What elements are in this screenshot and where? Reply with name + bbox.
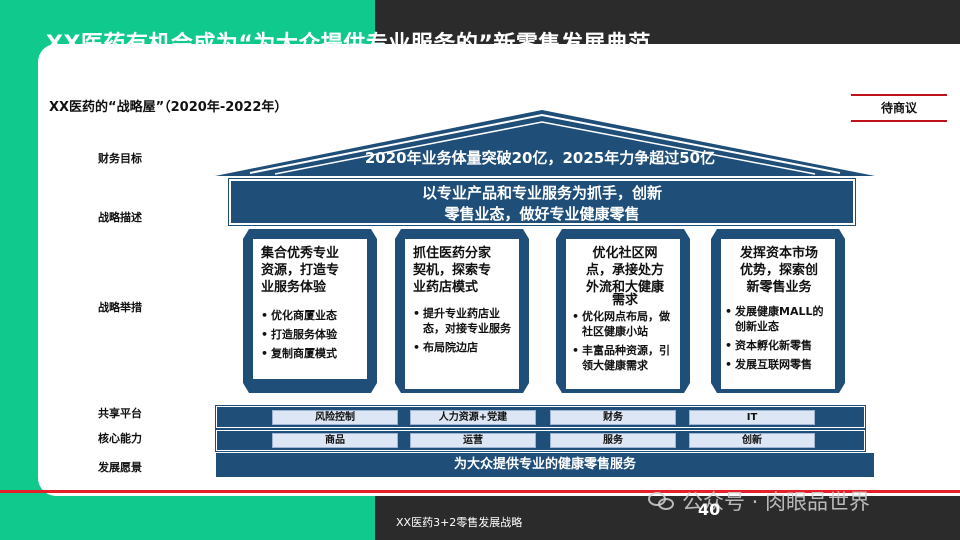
pillar-2-title: 抓住医药分家 契机，探索专 业药店模式 <box>413 245 515 296</box>
pillar-2: 抓住医药分家 契机，探索专 业药店模式 提升专业药店业态，对接专业服务 布局院边… <box>395 229 529 393</box>
pillar-1: 集合优秀专业 资源，打造专 业服务体验 优化商厦业态 打造服务体验 复制商厦模式 <box>243 229 377 393</box>
pillar-item: 发展健康MALL的创新业态 <box>725 304 833 334</box>
row-label-financial: 财务目标 <box>98 152 142 165</box>
capability-chip: 商品 <box>272 433 398 448</box>
pillar-1-title: 集合优秀专业 资源，打造专 业服务体验 <box>261 245 363 296</box>
pillar-4-items: 发展健康MALL的创新业态 资本孵化新零售 发展互联网零售 <box>725 304 833 372</box>
strategy-description-box: 以专业产品和专业服务为抓手，创新 零售业态，做好专业健康零售 <box>228 178 856 226</box>
pillar-3-items: 优化网点布局，做社区健康小站 丰富品种资源，引领大健康需求 <box>572 309 678 373</box>
financial-target-text: 2020年业务体量突破20亿，2025年力争超过50亿 <box>364 149 716 167</box>
pillar-item: 布局院边店 <box>413 340 515 355</box>
page-number: 40 <box>698 500 721 519</box>
pillar-3: 优化社区网 点，承接处方 外流和大健康 需求 优化网点布局，做社区健康小站 丰富… <box>556 229 690 393</box>
pillar-1-title-line: 资源，打造专 <box>261 263 340 278</box>
platform-chip: IT <box>689 410 815 425</box>
pillar-3-content: 优化社区网 点，承接处方 外流和大健康 需求 优化网点布局，做社区健康小站 丰富… <box>566 239 680 389</box>
pillar-1-content: 集合优秀专业 资源，打造专 业服务体验 优化商厦业态 打造服务体验 复制商厦模式 <box>253 239 367 379</box>
pillar-2-title-line: 契机，探索专 <box>413 263 492 278</box>
pillar-item: 打造服务体验 <box>261 327 363 342</box>
pillar-1-items: 优化商厦业态 打造服务体验 复制商厦模式 <box>261 308 363 361</box>
capability-chip: 创新 <box>689 433 815 448</box>
capability-chip: 服务 <box>550 433 676 448</box>
platform-chip: 财务 <box>550 410 676 425</box>
watermark: 公众号 · 肉眼品世界 <box>648 486 870 516</box>
platform-chip: 人力资源+党建 <box>410 410 536 425</box>
pillar-4-content: 发挥资本市场 优势，探索创 新零售业务 发展健康MALL的创新业态 资本孵化新零… <box>721 239 835 389</box>
pillar-2-title-line: 抓住医药分家 <box>413 246 492 261</box>
pillar-4-title-line: 优势，探索创 <box>739 263 818 278</box>
pillar-item: 丰富品种资源，引领大健康需求 <box>572 343 678 373</box>
strategy-line-2: 零售业态，做好专业健康零售 <box>444 205 640 223</box>
pillar-2-title-line: 业药店模式 <box>413 280 479 295</box>
pillar-item: 复制商厦模式 <box>261 346 363 361</box>
pillar-3-title-line: 优化社区网 <box>592 246 658 261</box>
strategy-line-1: 以专业产品和专业服务为抓手，创新 <box>421 184 662 202</box>
pillar-3-title-line: 需求 <box>611 293 638 308</box>
pillar-item: 提升专业药店业态，对接专业服务 <box>413 306 515 336</box>
development-vision-bar: 为大众提供专业的健康零售服务 <box>216 453 874 477</box>
row-label-platform: 共享平台 <box>98 407 142 420</box>
row-label-capability: 核心能力 <box>98 432 142 445</box>
pillar-3-title-line: 点，承接处方 <box>585 263 664 278</box>
footer-caption: XX医药3+2零售发展战略 <box>396 516 523 529</box>
shared-platform-band: 风险控制 人力资源+党建 财务 IT <box>215 405 866 429</box>
row-label-measures: 战略举措 <box>98 301 142 314</box>
green-accent-footer <box>0 490 372 540</box>
pillar-item: 优化网点布局，做社区健康小站 <box>572 309 678 339</box>
pillar-4-title-line: 发挥资本市场 <box>739 246 818 261</box>
pillar-item: 优化商厦业态 <box>261 308 363 323</box>
pillar-4-title: 发挥资本市场 优势，探索创 新零售业务 <box>725 245 833 296</box>
pillar-2-content: 抓住医药分家 契机，探索专 业药店模式 提升专业药店业态，对接专业服务 布局院边… <box>405 239 519 389</box>
platform-chip: 风险控制 <box>272 410 398 425</box>
pillar-item: 发展互联网零售 <box>725 357 833 372</box>
pillar-1-title-line: 业服务体验 <box>261 280 327 295</box>
pillar-2-items: 提升专业药店业态，对接专业服务 布局院边店 <box>413 306 515 355</box>
pillar-item: 资本孵化新零售 <box>725 338 833 353</box>
wechat-icon <box>648 490 676 512</box>
row-label-description: 战略描述 <box>98 211 142 224</box>
core-capability-band: 商品 运营 服务 创新 <box>215 429 866 452</box>
capability-chip: 运营 <box>410 433 536 448</box>
row-label-vision: 发展愿景 <box>98 461 142 474</box>
pillar-3-title: 优化社区网 点，承接处方 外流和大健康 需求 <box>572 245 678 308</box>
pillar-1-title-line: 集合优秀专业 <box>261 246 340 261</box>
pillar-4: 发挥资本市场 优势，探索创 新零售业务 发展健康MALL的创新业态 资本孵化新零… <box>711 229 845 393</box>
pillar-4-title-line: 新零售业务 <box>746 280 812 295</box>
